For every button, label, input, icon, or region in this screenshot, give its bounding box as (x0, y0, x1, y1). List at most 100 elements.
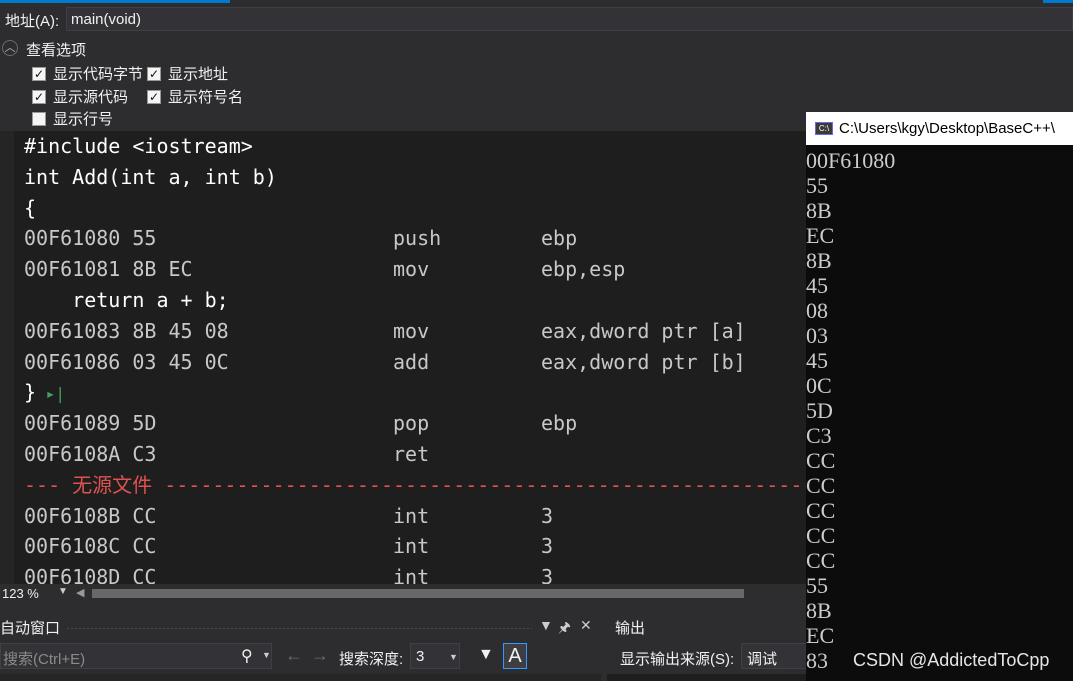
asm-address-bytes: 00F61086 03 45 0C (24, 349, 229, 374)
search-placeholder: 搜索(Ctrl+E) (3, 651, 86, 668)
zoom-dropdown-icon[interactable]: ▼ (58, 586, 68, 597)
console-line: 03 (806, 323, 828, 348)
asm-mnemonic: int (393, 534, 430, 559)
asm-mnemonic: int (393, 503, 430, 528)
asm-mnemonic: add (393, 349, 430, 374)
console-line: 08 (806, 298, 828, 323)
checkbox-show-address[interactable]: ✓ 显示地址 (147, 63, 228, 84)
console-line: CC (806, 448, 836, 473)
source-text: } (24, 380, 37, 405)
source-line[interactable]: return a + b; (24, 285, 229, 315)
asm-operands: 3 (541, 565, 554, 584)
checkbox-label: 显示符号名 (168, 89, 244, 106)
asm-address-bytes: 00F6108C CC (24, 534, 157, 559)
asm-address-bytes: 00F6108D CC (24, 565, 157, 584)
checkbox-box[interactable] (32, 111, 46, 126)
console-line: C3 (806, 423, 832, 448)
address-input[interactable]: main(void) (66, 7, 1073, 31)
source-line[interactable]: int Add(int a, int b) (24, 162, 277, 192)
console-output: 00F61080 55 8B EC 8B 45 08 03 45 0C 5D C3 CC CC CC CC CC… (806, 148, 1073, 673)
watermark: CSDN @AddictedToCpp (853, 650, 1050, 670)
address-bar: 地址(A): main(void) (0, 7, 1073, 33)
output-title[interactable]: 输出 (615, 617, 645, 638)
checkbox-box[interactable]: ✓ (32, 89, 46, 104)
step-marker-icon[interactable]: ▸| (36, 384, 65, 403)
console-line: CC (806, 473, 836, 498)
disassembly-view[interactable]: #include <iostream> int Add(int a, int b)… (0, 131, 806, 584)
console-line: CC (806, 548, 836, 573)
zoom-level[interactable]: 123 % (2, 586, 39, 601)
checkbox-show-source[interactable]: ✓ 显示源代码 (32, 86, 128, 107)
console-line: 8B (806, 248, 832, 273)
search-input[interactable]: 搜索(Ctrl+E) ⚲ ▼ (0, 643, 272, 669)
autos-panel: 自动窗口 ▼ 🖈 ✕ 搜索(Ctrl+E) ⚲ ▼ ← → 搜索深度: 3 ▼ … (0, 612, 601, 681)
checkbox-box[interactable]: ✓ (147, 89, 161, 104)
source-line[interactable]: } ▸| (24, 377, 65, 407)
console-title: C:\Users\kgy\Desktop\BaseC++\ (839, 120, 1055, 137)
output-source-select[interactable]: 调试 (741, 643, 807, 669)
asm-address-bytes: 00F61081 8B EC (24, 257, 193, 282)
forward-arrow-icon[interactable]: → (311, 645, 329, 666)
asm-mnemonic: int (393, 565, 430, 584)
output-text-area[interactable] (607, 674, 807, 681)
console-window[interactable]: C:\ C:\Users\kgy\Desktop\BaseC++\ 00F610… (806, 112, 1073, 681)
active-tab-indicator (0, 0, 230, 3)
console-line: EC (806, 223, 835, 248)
output-source-value: 调试 (747, 651, 778, 668)
checkbox-show-line-numbers[interactable]: 显示行号 (32, 108, 113, 129)
console-titlebar[interactable]: C:\ C:\Users\kgy\Desktop\BaseC++\ (806, 112, 1073, 145)
filter-icon[interactable]: ▼ (478, 646, 494, 664)
asm-operands: ebp (541, 411, 578, 436)
asm-mnemonic: ret (393, 442, 430, 466)
console-line: 5D (806, 398, 833, 423)
console-line: 55 (806, 173, 828, 198)
checkbox-label: 显示行号 (53, 111, 114, 128)
chevron-up-icon[interactable]: ︿ (2, 40, 18, 56)
console-line: 0C (806, 373, 832, 398)
address-value: main(void) (71, 11, 142, 28)
top-strip (0, 0, 1073, 5)
address-label: 地址(A): (5, 13, 60, 30)
search-options-icon[interactable]: ▼ (262, 650, 271, 660)
checkbox-label: 显示代码字节 (53, 66, 144, 83)
asm-mnemonic: mov (393, 257, 430, 282)
chevron-down-icon[interactable]: ▼ (539, 617, 553, 633)
asm-operands: ebp,esp (541, 257, 626, 282)
console-line: CC (806, 498, 836, 523)
asm-mnemonic: push (393, 226, 442, 251)
source-line[interactable]: #include <iostream> (24, 131, 253, 161)
close-icon[interactable]: ✕ (580, 617, 592, 634)
asm-address-bytes: 00F61080 55 (24, 226, 157, 251)
source-text: #include <iostream> (24, 134, 253, 158)
search-depth-value: 3 (416, 648, 425, 665)
source-line[interactable]: { (24, 193, 36, 223)
search-icon[interactable]: ⚲ (241, 646, 253, 666)
panel-grip[interactable] (66, 627, 532, 629)
source-text: int Add(int a, int b) (24, 164, 277, 189)
checkbox-show-symbols[interactable]: ✓ 显示符号名 (147, 86, 243, 107)
console-line: EC (806, 623, 835, 648)
console-app-icon: C:\ (815, 122, 833, 135)
checkbox-box[interactable]: ✓ (32, 66, 46, 81)
output-source-label: 显示输出来源(S): (620, 651, 735, 668)
view-string-button[interactable]: A (503, 643, 527, 669)
asm-address-bytes: 00F61083 8B 45 08 (24, 318, 229, 343)
horizontal-scrollbar[interactable] (92, 589, 744, 598)
view-options-title: 查看选项 (26, 42, 87, 59)
checkbox-box[interactable]: ✓ (147, 66, 161, 81)
scroll-left-icon[interactable]: ◀ (76, 586, 84, 599)
source-text: return a + b; (24, 288, 229, 312)
autos-title[interactable]: 自动窗口 (0, 617, 60, 638)
chevron-down-icon[interactable]: ▼ (449, 652, 458, 662)
console-line: 00F61080 (806, 148, 896, 173)
tab-indicator-right (1043, 0, 1073, 3)
editor-gutter[interactable] (0, 131, 14, 584)
checkbox-show-code-bytes[interactable]: ✓ 显示代码字节 (32, 63, 143, 84)
no-source-separator[interactable]: --- 无源文件 -------------------------------… (24, 470, 806, 500)
back-arrow-icon[interactable]: ← (285, 645, 303, 666)
pin-icon[interactable]: 🖈 (558, 617, 571, 641)
search-depth-select[interactable]: 3 ▼ (410, 643, 460, 669)
asm-operands: eax,dword ptr [a] (541, 318, 746, 343)
view-options-panel: ︿ 查看选项 ✓ 显示代码字节 ✓ 显示地址 ✓ 显示源代码 ✓ 显示符号名 显… (0, 36, 806, 130)
search-depth-label: 搜索深度: (339, 651, 404, 668)
